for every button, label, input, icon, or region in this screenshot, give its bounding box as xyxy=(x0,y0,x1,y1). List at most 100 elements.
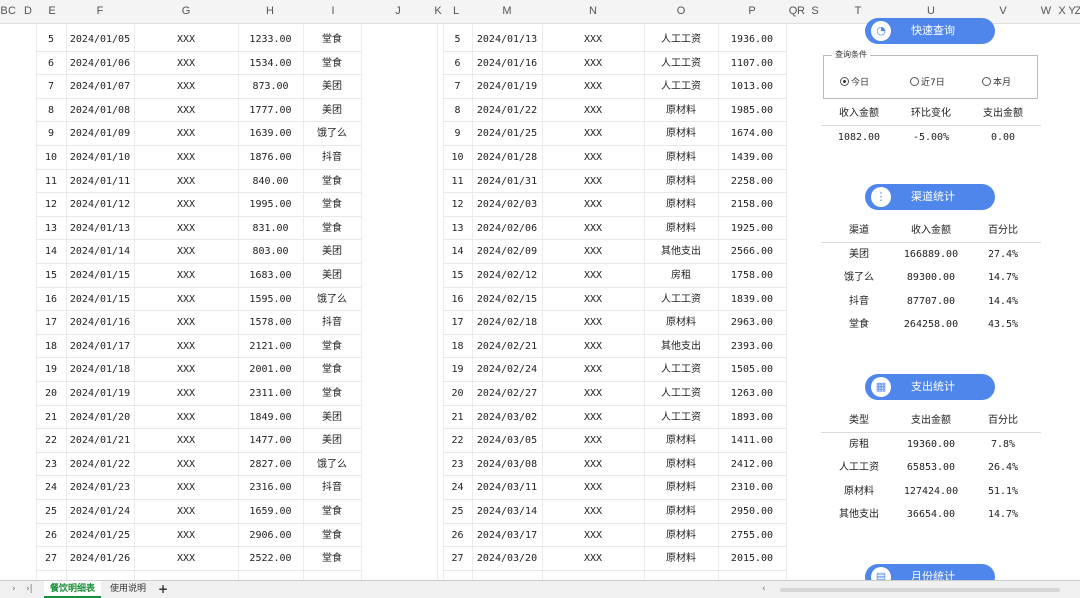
income-cell[interactable]: 1578.00 xyxy=(238,311,303,335)
income-cell[interactable]: 2024/01/24 xyxy=(66,500,134,524)
income-cell[interactable]: 堂食 xyxy=(303,382,361,406)
income-cell[interactable]: 1876.00 xyxy=(238,146,303,170)
income-cell[interactable]: 堂食 xyxy=(303,358,361,382)
income-cell[interactable]: XXX xyxy=(134,429,238,453)
income-cell[interactable]: 堂食 xyxy=(303,335,361,359)
income-cell[interactable]: XXX xyxy=(134,288,238,312)
income-cell[interactable]: XXX xyxy=(134,52,238,76)
column-header-g[interactable]: G xyxy=(182,5,191,17)
income-cell[interactable]: 803.00 xyxy=(238,240,303,264)
quick-query-button[interactable]: ◔ 快速查询 xyxy=(865,18,995,44)
income-cell[interactable]: 2024/01/06 xyxy=(66,52,134,76)
income-cell[interactable]: 2024/01/21 xyxy=(66,429,134,453)
income-cell[interactable]: 22 xyxy=(36,429,66,453)
income-cell[interactable]: 2024/01/11 xyxy=(66,170,134,194)
income-cell[interactable]: XXX xyxy=(134,122,238,146)
prev-sheet-icon[interactable]: › xyxy=(12,584,16,594)
income-cell[interactable]: 2024/01/05 xyxy=(66,28,134,52)
income-cell[interactable]: 1595.00 xyxy=(238,288,303,312)
income-cell[interactable]: 美团 xyxy=(303,264,361,288)
income-cell[interactable]: 2024/01/08 xyxy=(66,99,134,123)
income-cell[interactable]: XXX xyxy=(134,28,238,52)
income-cell[interactable]: 2311.00 xyxy=(238,382,303,406)
horizontal-scrollbar[interactable] xyxy=(780,588,1060,592)
add-sheet-button[interactable]: + xyxy=(152,581,174,598)
income-cell[interactable]: 堂食 xyxy=(303,170,361,194)
column-header-h[interactable]: H xyxy=(266,5,274,17)
income-cell[interactable]: 2024/01/15 xyxy=(66,264,134,288)
expense-stats-button[interactable]: ▦ 支出统计 xyxy=(865,374,995,400)
income-cell[interactable]: 21 xyxy=(36,406,66,430)
income-cell[interactable]: XXX xyxy=(134,240,238,264)
income-cell[interactable]: 873.00 xyxy=(238,75,303,99)
income-cell[interactable]: 8 xyxy=(36,99,66,123)
column-header-w[interactable]: W xyxy=(1041,5,1051,17)
income-cell[interactable]: 27 xyxy=(36,547,66,571)
column-header-f[interactable]: F xyxy=(97,5,104,17)
income-cell[interactable]: XXX xyxy=(134,500,238,524)
radio-last-7-days[interactable]: 近7日 xyxy=(910,75,945,88)
column-header-o[interactable]: O xyxy=(677,5,686,17)
column-header-n[interactable]: N xyxy=(589,5,597,17)
income-cell[interactable]: 19 xyxy=(36,358,66,382)
income-cell[interactable]: 2024/01/19 xyxy=(66,382,134,406)
income-cell[interactable]: 5 xyxy=(36,28,66,52)
income-cell[interactable]: XXX xyxy=(134,146,238,170)
column-header-e[interactable]: E xyxy=(48,5,55,17)
radio-today[interactable]: 今日 xyxy=(840,75,869,88)
income-cell[interactable]: 2024/01/20 xyxy=(66,406,134,430)
column-header-x[interactable]: X xyxy=(1058,5,1065,17)
income-cell[interactable]: 堂食 xyxy=(303,52,361,76)
income-cell[interactable]: 堂食 xyxy=(303,500,361,524)
income-cell[interactable]: 14 xyxy=(36,240,66,264)
column-header-i[interactable]: I xyxy=(331,5,334,17)
income-cell[interactable]: 2316.00 xyxy=(238,476,303,500)
income-cell[interactable]: 18 xyxy=(36,335,66,359)
income-cell[interactable]: 2024/01/26 xyxy=(66,547,134,571)
income-cell[interactable]: 饿了么 xyxy=(303,288,361,312)
sheet-tab-active[interactable]: 餐饮明细表 xyxy=(44,581,102,598)
last-sheet-icon[interactable]: ›| xyxy=(26,584,33,594)
income-cell[interactable]: 12 xyxy=(36,193,66,217)
income-cell[interactable]: 堂食 xyxy=(303,193,361,217)
income-cell[interactable]: XXX xyxy=(134,264,238,288)
income-cell[interactable]: 2024/01/18 xyxy=(66,358,134,382)
income-cell[interactable]: 16 xyxy=(36,288,66,312)
income-cell[interactable]: 饿了么 xyxy=(303,122,361,146)
income-cell[interactable]: 2024/01/07 xyxy=(66,75,134,99)
income-cell[interactable]: 2024/01/25 xyxy=(66,524,134,548)
income-cell[interactable]: 2024/01/13 xyxy=(66,217,134,241)
income-cell[interactable]: 2024/01/16 xyxy=(66,311,134,335)
income-cell[interactable]: 2001.00 xyxy=(238,358,303,382)
income-cell[interactable]: XXX xyxy=(134,170,238,194)
income-cell[interactable]: 20 xyxy=(36,382,66,406)
income-cell[interactable]: XXX xyxy=(134,524,238,548)
income-cell[interactable]: XXX xyxy=(134,406,238,430)
income-cell[interactable]: XXX xyxy=(134,75,238,99)
income-cell[interactable]: 1849.00 xyxy=(238,406,303,430)
column-header-m[interactable]: M xyxy=(502,5,511,17)
income-cell[interactable]: 堂食 xyxy=(303,28,361,52)
channel-stats-button[interactable]: ⋮ 渠道统计 xyxy=(865,184,995,210)
income-cell[interactable]: 1639.00 xyxy=(238,122,303,146)
income-cell[interactable]: 抖音 xyxy=(303,476,361,500)
income-cell[interactable]: 2024/01/23 xyxy=(66,476,134,500)
income-cell[interactable]: 美团 xyxy=(303,240,361,264)
income-cell[interactable]: 25 xyxy=(36,500,66,524)
income-cell[interactable]: XXX xyxy=(134,311,238,335)
income-cell[interactable]: 饿了么 xyxy=(303,453,361,477)
income-cell[interactable]: 2024/01/09 xyxy=(66,122,134,146)
income-cell[interactable]: XXX xyxy=(134,358,238,382)
radio-this-month[interactable]: 本月 xyxy=(982,75,1011,88)
income-cell[interactable]: 1683.00 xyxy=(238,264,303,288)
income-cell[interactable]: 美团 xyxy=(303,429,361,453)
income-cell[interactable]: 23 xyxy=(36,453,66,477)
income-cell[interactable]: 840.00 xyxy=(238,170,303,194)
income-cell[interactable]: 10 xyxy=(36,146,66,170)
income-cell[interactable]: 抖音 xyxy=(303,311,361,335)
income-cell[interactable]: 2024/01/14 xyxy=(66,240,134,264)
income-cell[interactable]: 2024/01/17 xyxy=(66,335,134,359)
income-cell[interactable]: 2827.00 xyxy=(238,453,303,477)
income-cell[interactable]: XXX xyxy=(134,382,238,406)
column-header-u[interactable]: U xyxy=(927,5,935,17)
